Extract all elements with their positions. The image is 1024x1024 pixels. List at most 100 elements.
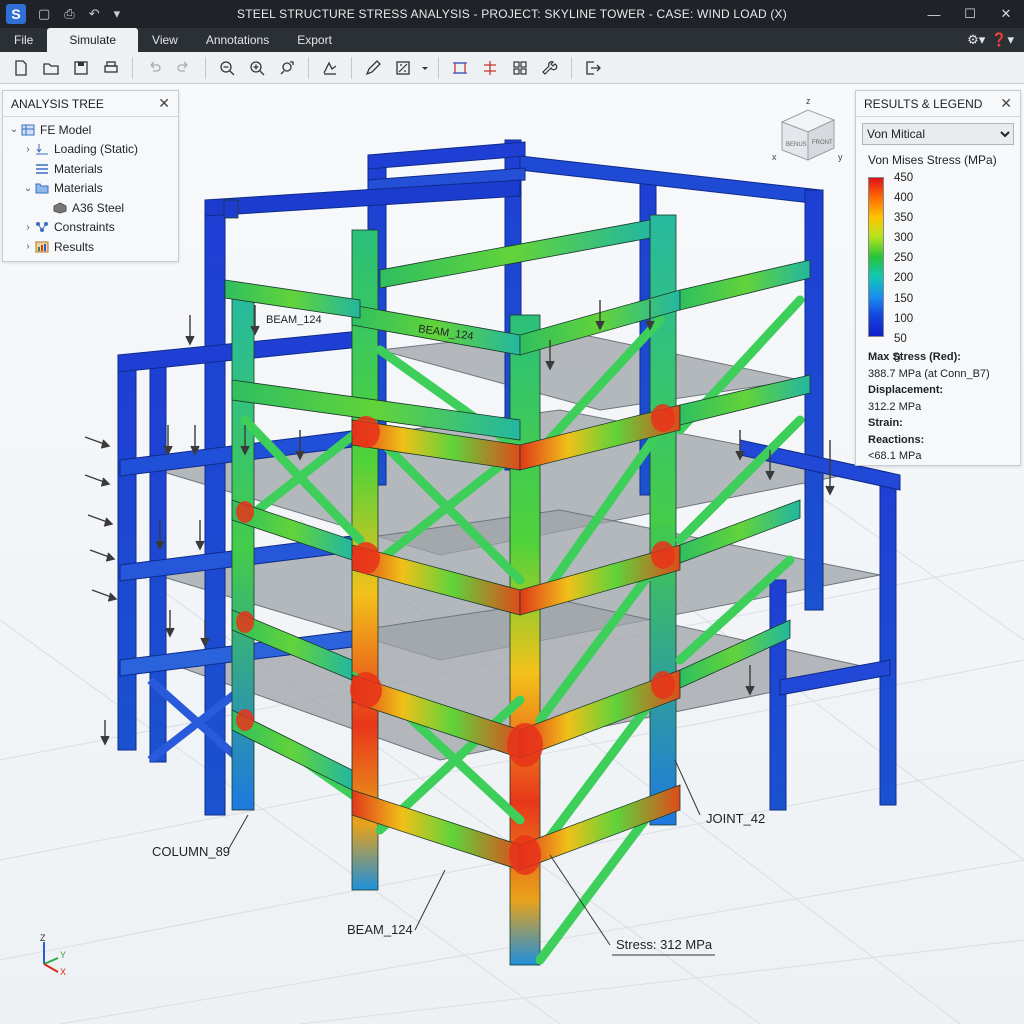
tree-item-label: Constraints bbox=[54, 220, 115, 235]
joint-label[interactable]: JOINT_42 bbox=[706, 811, 765, 826]
list-icon bbox=[36, 164, 48, 174]
new-file-icon[interactable]: ▢ bbox=[38, 6, 50, 22]
load-icon bbox=[36, 144, 48, 155]
export-icon[interactable] bbox=[580, 55, 606, 81]
scale-tick: 350 bbox=[894, 212, 914, 225]
print-toolbar-icon[interactable] bbox=[98, 55, 124, 81]
beam-label-top[interactable]: BEAM_124 bbox=[266, 314, 322, 326]
window-controls: — ☐ ✕ bbox=[916, 0, 1024, 28]
analysis-tree-header: ANALYSIS TREE ✕ bbox=[3, 91, 178, 117]
tree-item-fe-model[interactable]: ⌄ FE Model bbox=[3, 120, 178, 140]
tree-item-label: Materials bbox=[54, 181, 103, 196]
chevron-down-icon[interactable]: ⌄ bbox=[21, 183, 35, 194]
close-icon[interactable]: ✕ bbox=[1000, 95, 1012, 112]
results-legend-header: RESULTS & LEGEND ✕ bbox=[856, 91, 1020, 117]
analysis-tree-panel: ANALYSIS TREE ✕ ⌄ FE Model › Loading (St… bbox=[2, 90, 179, 262]
constraint-icon bbox=[36, 222, 48, 233]
tree-item-results[interactable]: › Results bbox=[3, 237, 178, 257]
view-cube-face-right: FRONT bbox=[812, 140, 833, 146]
beam-label-bottom[interactable]: BEAM_124 bbox=[347, 922, 413, 937]
tree-item-materials-list[interactable]: Materials bbox=[3, 159, 178, 179]
tree-item-materials-folder[interactable]: ⌄ Materials bbox=[3, 179, 178, 199]
toolbar-separator bbox=[308, 56, 309, 79]
menu-annotations[interactable]: Annotations bbox=[192, 28, 283, 52]
chevron-down-icon[interactable]: ⌄ bbox=[7, 124, 21, 135]
displacement-value: 312.2 MPa bbox=[868, 400, 922, 413]
folder-icon bbox=[35, 183, 49, 194]
column-label[interactable]: COLUMN_89 bbox=[152, 844, 230, 859]
scale-tick: 100 bbox=[894, 312, 914, 325]
maximize-button[interactable]: ☐ bbox=[952, 0, 988, 28]
tree-item-label: Results bbox=[54, 239, 95, 254]
toolbar-separator bbox=[205, 56, 206, 79]
reactions-label: Reactions: bbox=[868, 433, 925, 446]
node-tool-icon[interactable] bbox=[477, 55, 503, 81]
redo-toolbar-icon[interactable] bbox=[171, 55, 197, 81]
model-icon bbox=[21, 124, 35, 136]
settings-gear-icon[interactable]: ⚙▾ bbox=[967, 32, 985, 48]
menu-file[interactable]: File bbox=[0, 28, 47, 52]
open-folder-icon[interactable] bbox=[38, 55, 64, 81]
pencil-icon[interactable] bbox=[360, 55, 386, 81]
close-button[interactable]: ✕ bbox=[988, 0, 1024, 28]
scale-tick: 200 bbox=[894, 272, 914, 285]
view-cube-z-label: z bbox=[806, 96, 811, 106]
toolbar-separator bbox=[351, 56, 352, 79]
triad-y-label: Y bbox=[60, 950, 66, 960]
reactions-value: <68.1 MPa bbox=[868, 450, 922, 462]
zoom-out-icon[interactable] bbox=[214, 55, 240, 81]
max-stress-value: 388.7 MPa (at Conn_B7) bbox=[868, 367, 990, 380]
tree-item-label: Loading (Static) bbox=[54, 142, 139, 157]
triad-x-label: X bbox=[60, 967, 66, 976]
new-document-icon[interactable] bbox=[8, 55, 34, 81]
scale-tool-icon[interactable] bbox=[390, 55, 416, 81]
menu-bar: File Simulate View Annotations Export ⚙▾… bbox=[0, 28, 1024, 52]
zoom-in-icon[interactable] bbox=[244, 55, 270, 81]
minimize-button[interactable]: — bbox=[916, 0, 952, 28]
close-icon[interactable]: ✕ bbox=[158, 95, 170, 112]
view-cube-face-left: BENUS bbox=[786, 142, 807, 148]
help-icon[interactable]: ❓▾ bbox=[991, 32, 1014, 48]
result-type-select[interactable]: Von Mitical bbox=[862, 123, 1014, 145]
toolbar-separator bbox=[132, 56, 133, 79]
qa-dropdown-icon[interactable]: ▾ bbox=[114, 6, 121, 22]
menu-view[interactable]: View bbox=[138, 28, 192, 52]
tree-item-loading[interactable]: › Loading (Static) bbox=[3, 140, 178, 160]
menu-simulate[interactable]: Simulate bbox=[47, 28, 139, 52]
scale-dropdown-icon[interactable] bbox=[420, 55, 430, 81]
frame-tool-icon[interactable] bbox=[447, 55, 473, 81]
undo-toolbar-icon[interactable] bbox=[141, 55, 167, 81]
chevron-right-icon[interactable]: › bbox=[21, 222, 35, 233]
tree-item-constraints[interactable]: › Constraints bbox=[3, 218, 178, 238]
results-legend-title: RESULTS & LEGEND bbox=[864, 96, 983, 111]
tree-item-label: A36 Steel bbox=[72, 200, 125, 215]
scale-tick: 300 bbox=[894, 232, 914, 245]
color-scale-ticks: 450 400 350 300 250 200 150 100 50 0 bbox=[894, 171, 913, 372]
view-cube[interactable]: z x y BENUS FRONT bbox=[772, 94, 844, 170]
result-stats: Max Stress (Red): 388.7 MPa (at Conn_B7)… bbox=[868, 349, 990, 465]
label-leaders bbox=[227, 759, 715, 956]
quick-access-toolbar: ▢ ⎙ ↶ ▾ bbox=[38, 6, 120, 22]
results-icon bbox=[35, 241, 49, 253]
chevron-right-icon[interactable]: › bbox=[21, 241, 35, 252]
menu-export[interactable]: Export bbox=[283, 28, 346, 52]
grid-tool-icon[interactable] bbox=[507, 55, 533, 81]
title-bar: S ▢ ⎙ ↶ ▾ STEEL STRUCTURE STRESS ANALYSI… bbox=[0, 0, 1024, 28]
stress-readout-label[interactable]: Stress: 312 MPa bbox=[616, 937, 712, 952]
view-cube-x-label: x bbox=[772, 152, 777, 162]
zoom-fit-icon[interactable] bbox=[274, 55, 300, 81]
chevron-right-icon[interactable]: › bbox=[21, 144, 35, 155]
strain-label: Strain: bbox=[868, 417, 903, 429]
toolbar-separator bbox=[438, 56, 439, 79]
save-icon[interactable] bbox=[68, 55, 94, 81]
menu-right-tools: ⚙▾ ❓▾ bbox=[967, 28, 1014, 52]
window-title: STEEL STRUCTURE STRESS ANALYSIS - PROJEC… bbox=[237, 7, 787, 21]
scale-tick: 450 bbox=[894, 172, 914, 184]
mesh-tool-icon[interactable] bbox=[317, 55, 343, 81]
print-icon[interactable]: ⎙ bbox=[64, 6, 74, 22]
undo-icon[interactable]: ↶ bbox=[89, 6, 100, 22]
tree-item-a36-steel[interactable]: A36 Steel bbox=[3, 198, 178, 218]
wrench-icon[interactable] bbox=[537, 55, 563, 81]
tree-item-label: FE Model bbox=[40, 122, 92, 137]
material-icon bbox=[53, 202, 67, 214]
